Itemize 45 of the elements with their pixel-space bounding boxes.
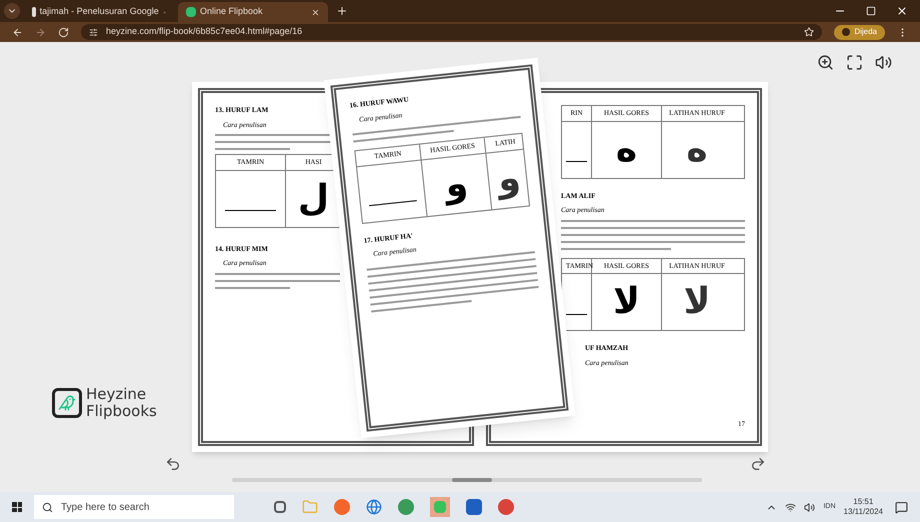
taskbar-search-field[interactable]: Type here to search <box>34 495 234 519</box>
sound-icon[interactable] <box>875 54 892 71</box>
network-icon[interactable] <box>785 502 796 512</box>
tab-title: Online Flipbook <box>200 5 264 18</box>
browser-tab[interactable]: Online Flipbook <box>178 2 328 22</box>
clock-time: 15:51 <box>853 497 874 507</box>
arabic-letter: ل <box>298 180 330 216</box>
volume-icon[interactable] <box>804 502 816 512</box>
notifications-icon[interactable] <box>895 500 908 514</box>
new-tab-icon[interactable] <box>336 5 348 17</box>
arabic-letter: و <box>443 165 470 204</box>
writing-line <box>224 210 276 211</box>
scrollbar-thumb[interactable] <box>452 478 492 482</box>
arabic-letter: و <box>496 160 522 198</box>
browser-tab[interactable]: tajimah - Penelusuran Google <box>24 2 174 22</box>
tab-list-button[interactable] <box>4 3 20 19</box>
forward-icon[interactable] <box>35 26 46 38</box>
clock-date: 13/11/2024 <box>844 507 883 517</box>
maximize-icon[interactable] <box>866 6 876 16</box>
arabic-letter: ه <box>686 132 708 168</box>
writing-line <box>566 161 588 162</box>
search-placeholder: Type here to search <box>61 500 150 514</box>
bird-logo-icon <box>52 388 82 418</box>
reload-icon[interactable] <box>58 26 69 38</box>
address-field[interactable]: heyzine.com/flip-book/6b85c7ee04.html#page/16 <box>81 24 822 40</box>
close-icon[interactable] <box>311 8 320 16</box>
windows-start-icon[interactable] <box>12 502 22 512</box>
site-settings-icon[interactable] <box>89 28 98 36</box>
next-page-icon[interactable] <box>750 456 766 472</box>
url-text: heyzine.com/flip-book/6b85c7ee04.html#page/16 <box>106 25 302 38</box>
arabic-letter: لا <box>613 284 640 320</box>
back-icon[interactable] <box>12 26 23 38</box>
logo-text: Flipbooks <box>86 403 157 420</box>
arabic-letter: ه <box>616 132 638 168</box>
task-view-icon[interactable] <box>274 501 286 513</box>
close-icon[interactable] <box>896 5 908 17</box>
search-icon <box>42 502 53 512</box>
logo-text: Heyzine <box>86 386 148 403</box>
bookmark-star-icon[interactable] <box>804 27 814 37</box>
zoom-in-icon[interactable] <box>817 54 834 71</box>
previous-page-icon[interactable] <box>165 456 181 472</box>
arabic-letter: لا <box>684 284 710 320</box>
fullscreen-icon[interactable] <box>846 54 863 71</box>
profile-avatar-icon <box>842 28 850 36</box>
tab-title: tajimah - Penelusuran Google <box>40 5 159 18</box>
